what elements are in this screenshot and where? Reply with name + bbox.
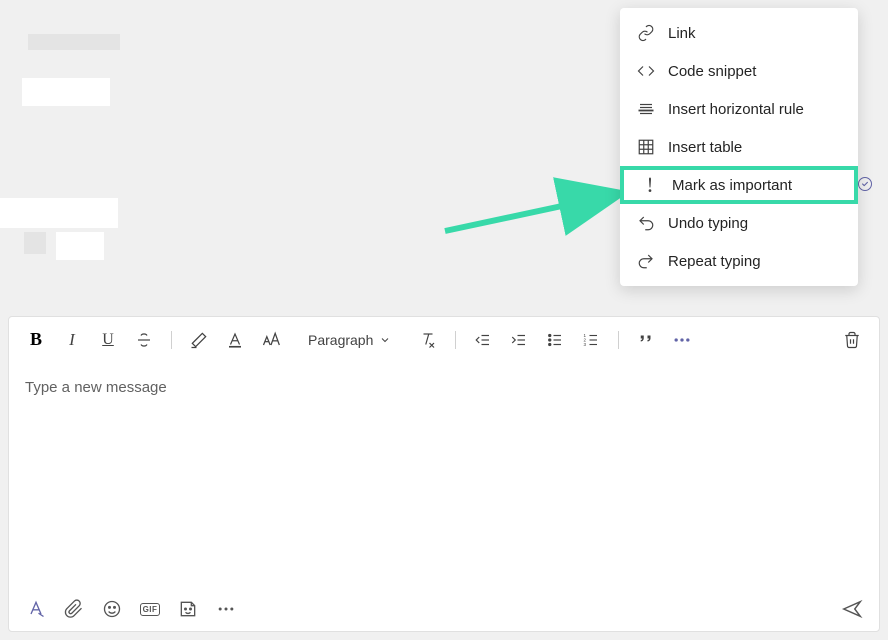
outdent-button[interactable]	[472, 329, 494, 351]
quote-button[interactable]	[635, 329, 657, 351]
sticker-button[interactable]	[177, 598, 199, 620]
redo-icon	[636, 251, 656, 271]
gif-label: GIF	[140, 603, 161, 616]
font-color-button[interactable]	[224, 329, 246, 351]
menu-item-label: Undo typing	[668, 215, 748, 232]
redaction-block	[0, 198, 118, 228]
chevron-down-icon	[379, 334, 391, 346]
font-size-button[interactable]	[260, 329, 282, 351]
redaction-block	[56, 232, 104, 260]
underline-button[interactable]: U	[97, 329, 119, 351]
menu-item-link[interactable]: Link	[620, 14, 858, 52]
code-icon	[636, 61, 656, 81]
toolbar-divider	[618, 331, 619, 349]
strikethrough-button[interactable]	[133, 329, 155, 351]
attach-button[interactable]	[63, 598, 85, 620]
menu-item-label: Mark as important	[672, 177, 792, 194]
svg-text:3: 3	[584, 342, 587, 347]
format-toggle-button[interactable]	[25, 598, 47, 620]
read-receipt-icon	[858, 177, 872, 191]
menu-item-label: Code snippet	[668, 63, 756, 80]
menu-item-label: Repeat typing	[668, 253, 761, 270]
redaction-block	[28, 34, 120, 50]
annotation-arrow	[440, 176, 630, 236]
delete-button[interactable]	[841, 329, 863, 351]
compose-box: B I U Paragraph	[8, 316, 880, 632]
more-actions-button[interactable]	[215, 598, 237, 620]
format-more-menu: Link Code snippet Insert horizontal rule…	[620, 8, 858, 286]
menu-item-insert-table[interactable]: Insert table	[620, 128, 858, 166]
link-icon	[636, 23, 656, 43]
undo-icon	[636, 213, 656, 233]
menu-item-code-snippet[interactable]: Code snippet	[620, 52, 858, 90]
more-format-button[interactable]	[671, 329, 693, 351]
format-toolbar: B I U Paragraph	[9, 317, 879, 363]
redaction-block	[22, 78, 110, 106]
menu-item-mark-important[interactable]: Mark as important	[620, 166, 858, 204]
highlight-button[interactable]	[188, 329, 210, 351]
indent-button[interactable]	[508, 329, 530, 351]
gif-button[interactable]: GIF	[139, 598, 161, 620]
menu-item-label: Link	[668, 25, 696, 42]
menu-item-insert-hr[interactable]: Insert horizontal rule	[620, 90, 858, 128]
redaction-block	[24, 232, 46, 254]
message-placeholder: Type a new message	[25, 379, 167, 396]
italic-button[interactable]: I	[61, 329, 83, 351]
emoji-button[interactable]	[101, 598, 123, 620]
menu-item-label: Insert table	[668, 139, 742, 156]
important-icon	[640, 175, 660, 195]
horizontal-rule-icon	[636, 99, 656, 119]
menu-item-repeat-typing[interactable]: Repeat typing	[620, 242, 858, 280]
menu-item-undo-typing[interactable]: Undo typing	[620, 204, 858, 242]
bold-button[interactable]: B	[25, 329, 47, 351]
toolbar-divider	[171, 331, 172, 349]
compose-footer: GIF	[9, 587, 879, 631]
send-button[interactable]	[841, 598, 863, 620]
clear-formatting-button[interactable]	[417, 329, 439, 351]
paragraph-style-select[interactable]: Paragraph	[302, 332, 397, 348]
paragraph-style-label: Paragraph	[308, 332, 373, 348]
menu-item-label: Insert horizontal rule	[668, 101, 804, 118]
table-icon	[636, 137, 656, 157]
numbered-list-button[interactable]: 123	[580, 329, 602, 351]
toolbar-divider	[455, 331, 456, 349]
message-input[interactable]: Type a new message	[9, 363, 879, 587]
bullet-list-button[interactable]	[544, 329, 566, 351]
